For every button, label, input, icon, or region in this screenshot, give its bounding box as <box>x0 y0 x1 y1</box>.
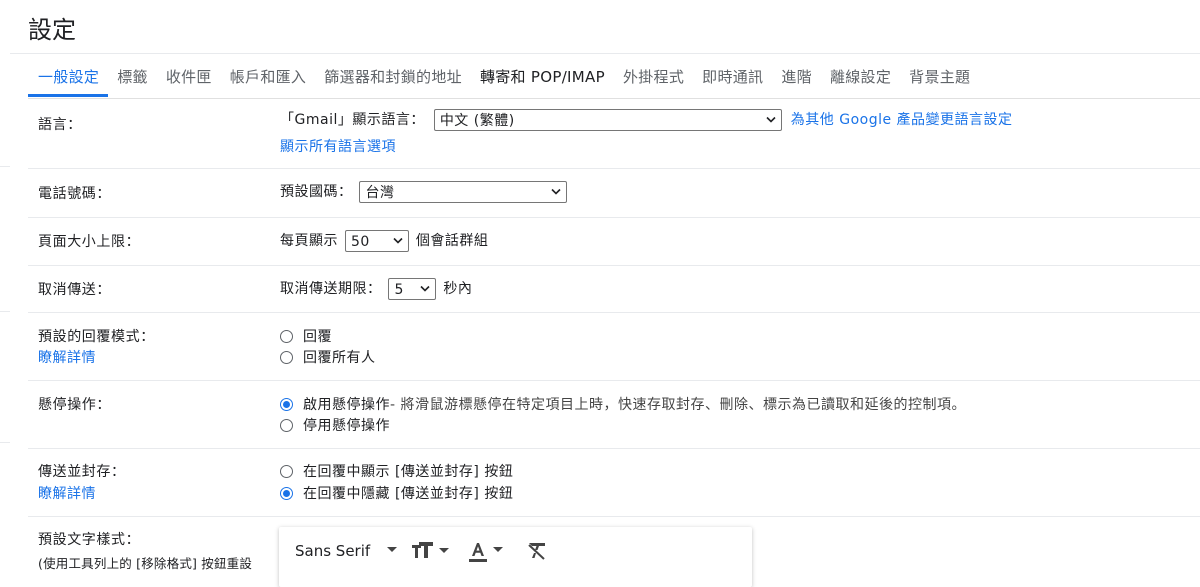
chevron-down-icon <box>766 116 776 123</box>
chevron-down-icon <box>420 285 431 292</box>
send-archive-show-label: 在回覆中顯示 [傳送並封存] 按鈕 <box>303 464 514 480</box>
country-code-select[interactable]: 台灣 <box>359 181 568 203</box>
hover-disable-label: 停用懸停操作 <box>303 418 390 434</box>
send-archive-show-radio[interactable] <box>280 464 293 478</box>
reply-radio[interactable] <box>280 329 293 343</box>
page-size-suffix: 個會話群組 <box>415 233 489 249</box>
reply-all-option-label: 回覆所有人 <box>303 350 376 366</box>
reply-learn-more-link[interactable]: 瞭解詳情 <box>38 347 96 367</box>
hover-actions-label: 懸停操作： <box>38 397 111 413</box>
hover-enable-description: - 將滑鼠游標懸停在特定項目上時，快速存取封存、刪除、標示為已讀取和延後的控制項… <box>390 397 966 413</box>
language-setting: 「Gmail」顯示語言： 中文 (繁體) 為其他 Google 產品變更語言設定 <box>280 109 1013 131</box>
display-language-label: 「Gmail」顯示語言： <box>280 112 425 128</box>
page-size-value: 50 <box>350 234 370 250</box>
undo-send-suffix: 秒內 <box>443 281 473 297</box>
other-products-language-link[interactable]: 為其他 Google 產品變更語言設定 <box>791 112 1013 128</box>
country-code-label: 預設國碼： <box>280 184 353 200</box>
language-row: 語言： 「Gmail」顯示語言： 中文 (繁體) 為其他 Google 產品變更… <box>28 99 1200 169</box>
tab-forwarding-pop-imap[interactable]: 轉寄和 POP/IMAP <box>471 58 614 96</box>
left-edge-divider <box>0 311 10 312</box>
page-size-row: 頁面大小上限： 每頁顯示 50 個會話群組 <box>28 217 1200 266</box>
formatting-toolbar: Sans Serif <box>279 527 752 587</box>
undo-send-prefix: 取消傳送期限： <box>280 281 382 297</box>
font-family-value: Sans Serif <box>295 542 371 560</box>
send-archive-learn-more-link[interactable]: 瞭解詳情 <box>38 483 96 503</box>
chevron-down-icon <box>393 237 403 244</box>
send-archive-label: 傳送並封存： <box>38 464 126 480</box>
tab-offline[interactable]: 離線設定 <box>821 58 900 96</box>
page-size-prefix: 每頁顯示 <box>280 233 338 249</box>
hover-enable-radio[interactable] <box>280 397 293 411</box>
send-archive-hide-label: 在回覆中隱藏 [傳送並封存] 按鈕 <box>303 486 514 502</box>
caret-down-icon[interactable] <box>387 547 397 553</box>
page-size-label: 頁面大小上限： <box>38 234 141 250</box>
font-family-dropdown[interactable]: Sans Serif <box>295 542 370 560</box>
tab-labels[interactable]: 標籤 <box>108 58 157 96</box>
tab-advanced[interactable]: 進階 <box>772 58 821 96</box>
tab-chat[interactable]: 即時通訊 <box>693 58 772 96</box>
font-size-icon[interactable] <box>411 542 451 560</box>
tab-themes[interactable]: 背景主題 <box>900 58 979 96</box>
reply-mode-label: 預設的回覆模式： <box>38 329 155 345</box>
phone-label: 電話號碼： <box>38 186 111 202</box>
reply-option-label: 回覆 <box>303 329 332 345</box>
display-language-value: 中文 (繁體) <box>439 113 515 129</box>
hover-disable-radio[interactable] <box>280 418 293 432</box>
undo-send-label: 取消傳送： <box>38 282 111 298</box>
send-archive-hide-radio[interactable] <box>280 486 293 500</box>
send-archive-row: 傳送並封存： 瞭解詳情 在回覆中顯示 [傳送並封存] 按鈕 在回覆中隱藏 [傳送… <box>28 448 1200 517</box>
undo-send-select[interactable]: 5 <box>388 278 437 300</box>
show-all-languages-link[interactable]: 顯示所有語言選項 <box>280 136 396 156</box>
text-style-note: (使用工具列上的 [移除格式] 按鈕重設 <box>38 556 253 571</box>
settings-tabs: 一般設定 標籤 收件匣 帳戶和匯入 篩選器和封鎖的地址 轉寄和 POP/IMAP… <box>28 58 1200 98</box>
tab-addons[interactable]: 外掛程式 <box>614 58 693 96</box>
left-edge-divider <box>0 442 10 443</box>
reply-all-option[interactable]: 回覆所有人 <box>280 347 376 367</box>
reply-mode-row: 預設的回覆模式： 瞭解詳情 回覆 回覆所有人 <box>28 312 1200 381</box>
hover-enable-option[interactable]: 啟用懸停操作 - 將滑鼠游標懸停在特定項目上時，快速存取封存、刪除、標示為已讀取… <box>280 394 966 414</box>
phone-row: 電話號碼： 預設國碼： 台灣 <box>28 168 1200 218</box>
send-archive-show-option[interactable]: 在回覆中顯示 [傳送並封存] 按鈕 <box>280 461 513 481</box>
undo-send-row: 取消傳送： 取消傳送期限： 5 秒內 <box>28 265 1200 313</box>
tab-accounts-import[interactable]: 帳戶和匯入 <box>221 58 316 96</box>
hover-actions-row: 懸停操作： 啟用懸停操作 - 將滑鼠游標懸停在特定項目上時，快速存取封存、刪除、… <box>28 380 1200 449</box>
header-divider <box>10 53 1200 54</box>
remove-formatting-icon[interactable] <box>527 542 547 560</box>
page-size-select[interactable]: 50 <box>344 230 409 252</box>
tab-filters-blocked[interactable]: 篩選器和封鎖的地址 <box>315 58 471 96</box>
undo-send-value: 5 <box>394 282 404 298</box>
tab-inbox[interactable]: 收件匣 <box>157 58 221 96</box>
hover-disable-option[interactable]: 停用懸停操作 <box>280 415 390 435</box>
hover-enable-label: 啟用懸停操作 <box>303 397 390 413</box>
page-title: 設定 <box>28 16 76 44</box>
country-code-value: 台灣 <box>365 185 395 201</box>
text-color-icon[interactable] <box>469 541 509 563</box>
reply-all-radio[interactable] <box>280 350 293 364</box>
language-label: 語言： <box>38 117 82 133</box>
display-language-select[interactable]: 中文 (繁體) <box>433 109 782 131</box>
left-edge-divider <box>0 166 10 167</box>
chevron-down-icon <box>551 188 562 195</box>
reply-option[interactable]: 回覆 <box>280 326 332 346</box>
page-size-setting: 每頁顯示 50 個會話群組 <box>280 230 488 252</box>
text-style-label: 預設文字樣式： <box>38 532 141 548</box>
undo-send-setting: 取消傳送期限： 5 秒內 <box>280 278 472 300</box>
send-archive-hide-option[interactable]: 在回覆中隱藏 [傳送並封存] 按鈕 <box>280 483 513 503</box>
phone-setting: 預設國碼： 台灣 <box>280 181 568 203</box>
tab-general[interactable]: 一般設定 <box>28 58 109 97</box>
